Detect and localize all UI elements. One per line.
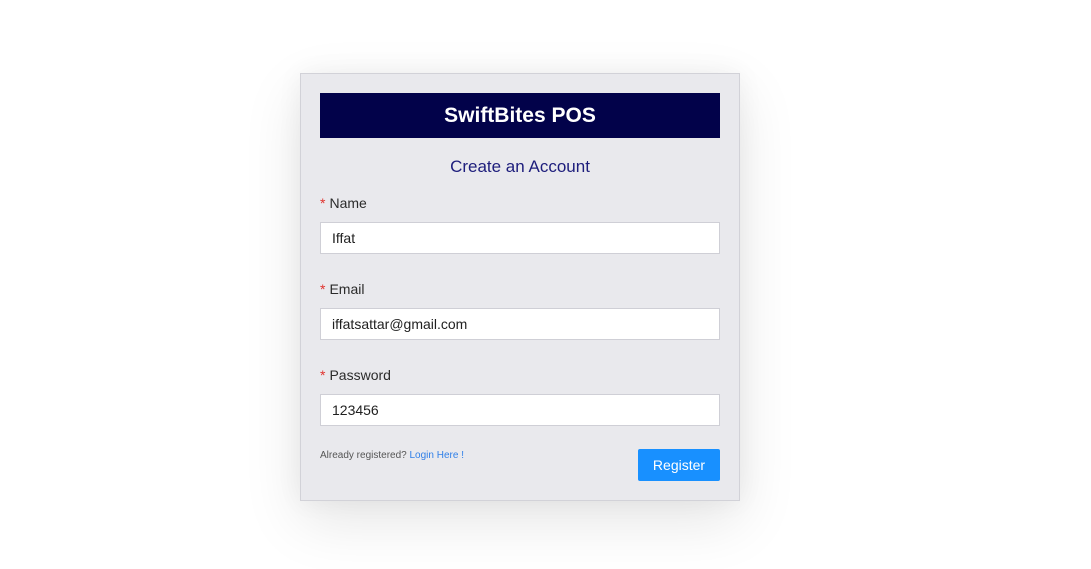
login-link[interactable]: Login Here ! bbox=[410, 450, 464, 461]
already-registered-text: Already registered? Login Here ! bbox=[320, 450, 464, 461]
required-marker: * bbox=[320, 195, 326, 211]
required-marker: * bbox=[320, 367, 326, 383]
name-label-text: Name bbox=[329, 195, 367, 211]
email-label: * Email bbox=[320, 281, 364, 297]
password-label: * Password bbox=[320, 367, 391, 383]
app-title: SwiftBites POS bbox=[444, 103, 596, 127]
required-marker: * bbox=[320, 281, 326, 297]
email-field[interactable] bbox=[320, 308, 720, 340]
already-registered-label: Already registered? bbox=[320, 450, 407, 461]
page-subtitle: Create an Account bbox=[450, 157, 590, 176]
name-field[interactable] bbox=[320, 222, 720, 254]
name-label: * Name bbox=[320, 195, 367, 211]
app-header: SwiftBites POS bbox=[320, 93, 720, 138]
password-label-text: Password bbox=[329, 367, 391, 383]
register-button[interactable]: Register bbox=[638, 449, 720, 481]
password-field[interactable] bbox=[320, 394, 720, 426]
register-card: SwiftBites POS Create an Account *Name *… bbox=[300, 73, 740, 501]
email-label-text: Email bbox=[329, 281, 365, 297]
